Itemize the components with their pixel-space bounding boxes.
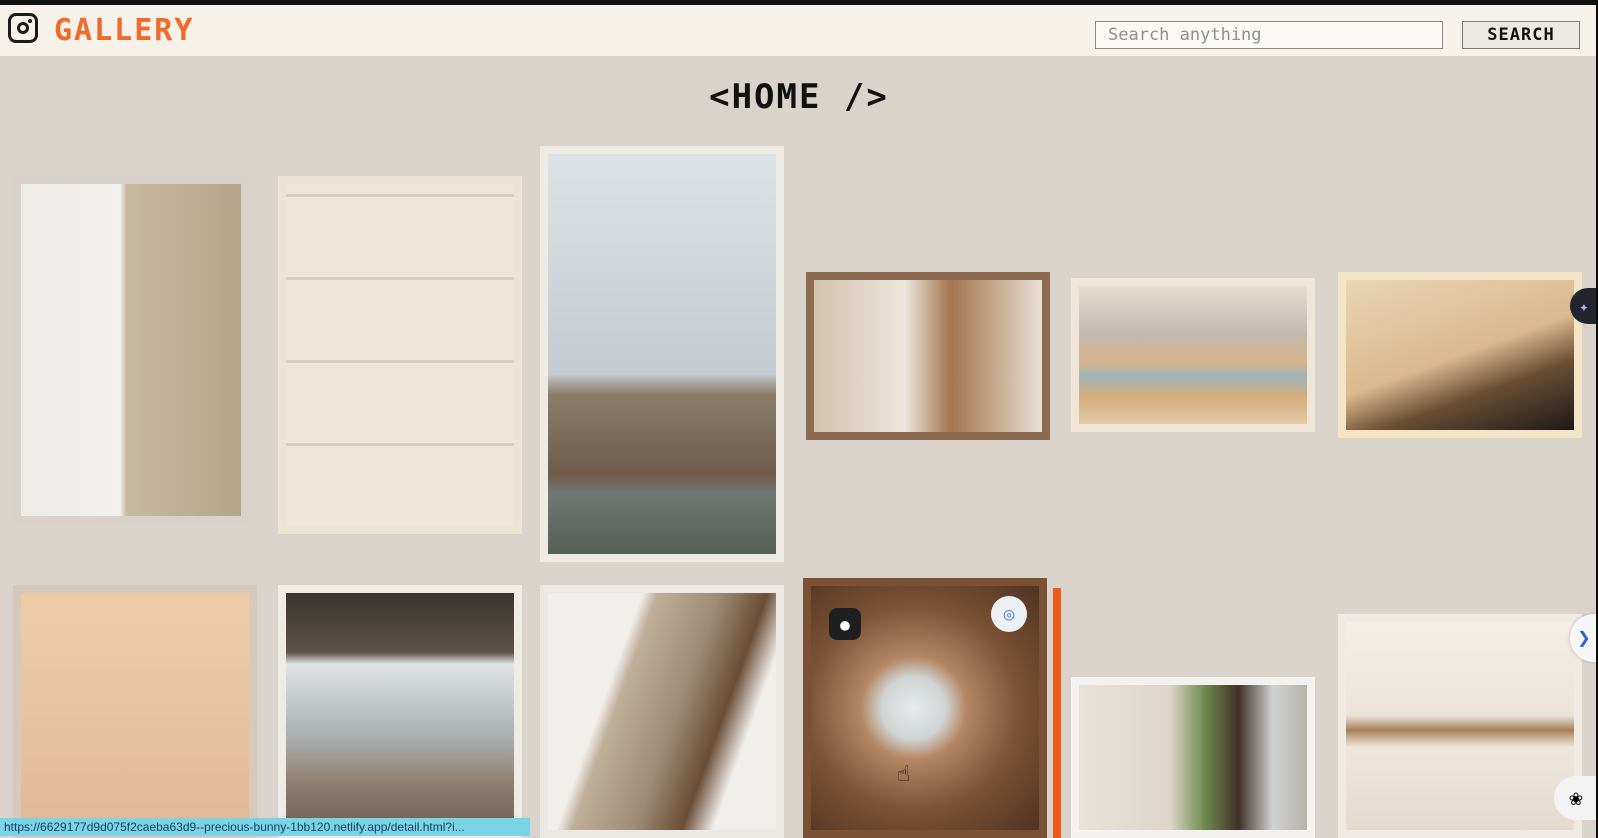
gallery-card[interactable] (13, 585, 257, 838)
gallery-image (21, 593, 249, 830)
card-accent-edge (1053, 588, 1061, 838)
gallery-image (548, 593, 776, 830)
gallery-image (1079, 286, 1307, 424)
gallery-card[interactable] (1338, 272, 1582, 438)
gallery-card-hovered[interactable]: ● ◎ ☝ (803, 578, 1061, 838)
gallery-image (286, 184, 514, 526)
gallery-image (1346, 280, 1574, 430)
gallery-image (1079, 685, 1307, 830)
search-input[interactable] (1095, 21, 1443, 49)
sparkle-icon[interactable]: ✦ (1570, 288, 1598, 324)
instagram-icon[interactable] (8, 13, 38, 43)
gallery-image: ● ◎ ☝ (811, 586, 1039, 830)
scan-icon[interactable]: ◎ (991, 596, 1027, 632)
gallery-card[interactable] (1338, 614, 1582, 838)
gallery-card[interactable] (1071, 677, 1315, 838)
gallery-card[interactable] (278, 585, 522, 838)
gallery-card[interactable] (540, 146, 784, 562)
page-title: <HOME /> (709, 77, 889, 117)
brand-logo-text[interactable]: GALLERY (54, 13, 194, 48)
gallery-card[interactable] (278, 176, 522, 534)
gallery-card[interactable] (540, 585, 784, 838)
gallery-image (286, 593, 514, 830)
gallery-image (1346, 622, 1574, 830)
search-button[interactable]: SEARCH (1462, 21, 1580, 49)
gallery-card[interactable] (806, 272, 1050, 440)
status-bar-url: https://6629177d9d075f2caeba63d9--precio… (0, 818, 530, 836)
gallery-image (21, 184, 241, 516)
instagram-dot (28, 19, 32, 23)
gallery-card[interactable] (13, 176, 249, 524)
gallery-card[interactable] (1071, 278, 1315, 432)
gallery-image (814, 280, 1042, 432)
gallery-image (548, 154, 776, 554)
hand-cursor-icon: ☝ (897, 762, 911, 787)
brain-icon[interactable]: ❀ (1554, 776, 1598, 820)
instagram-lens (17, 22, 29, 34)
pin-icon[interactable]: ● (829, 608, 861, 640)
top-navigation-bar: GALLERY SEARCH (0, 0, 1598, 56)
